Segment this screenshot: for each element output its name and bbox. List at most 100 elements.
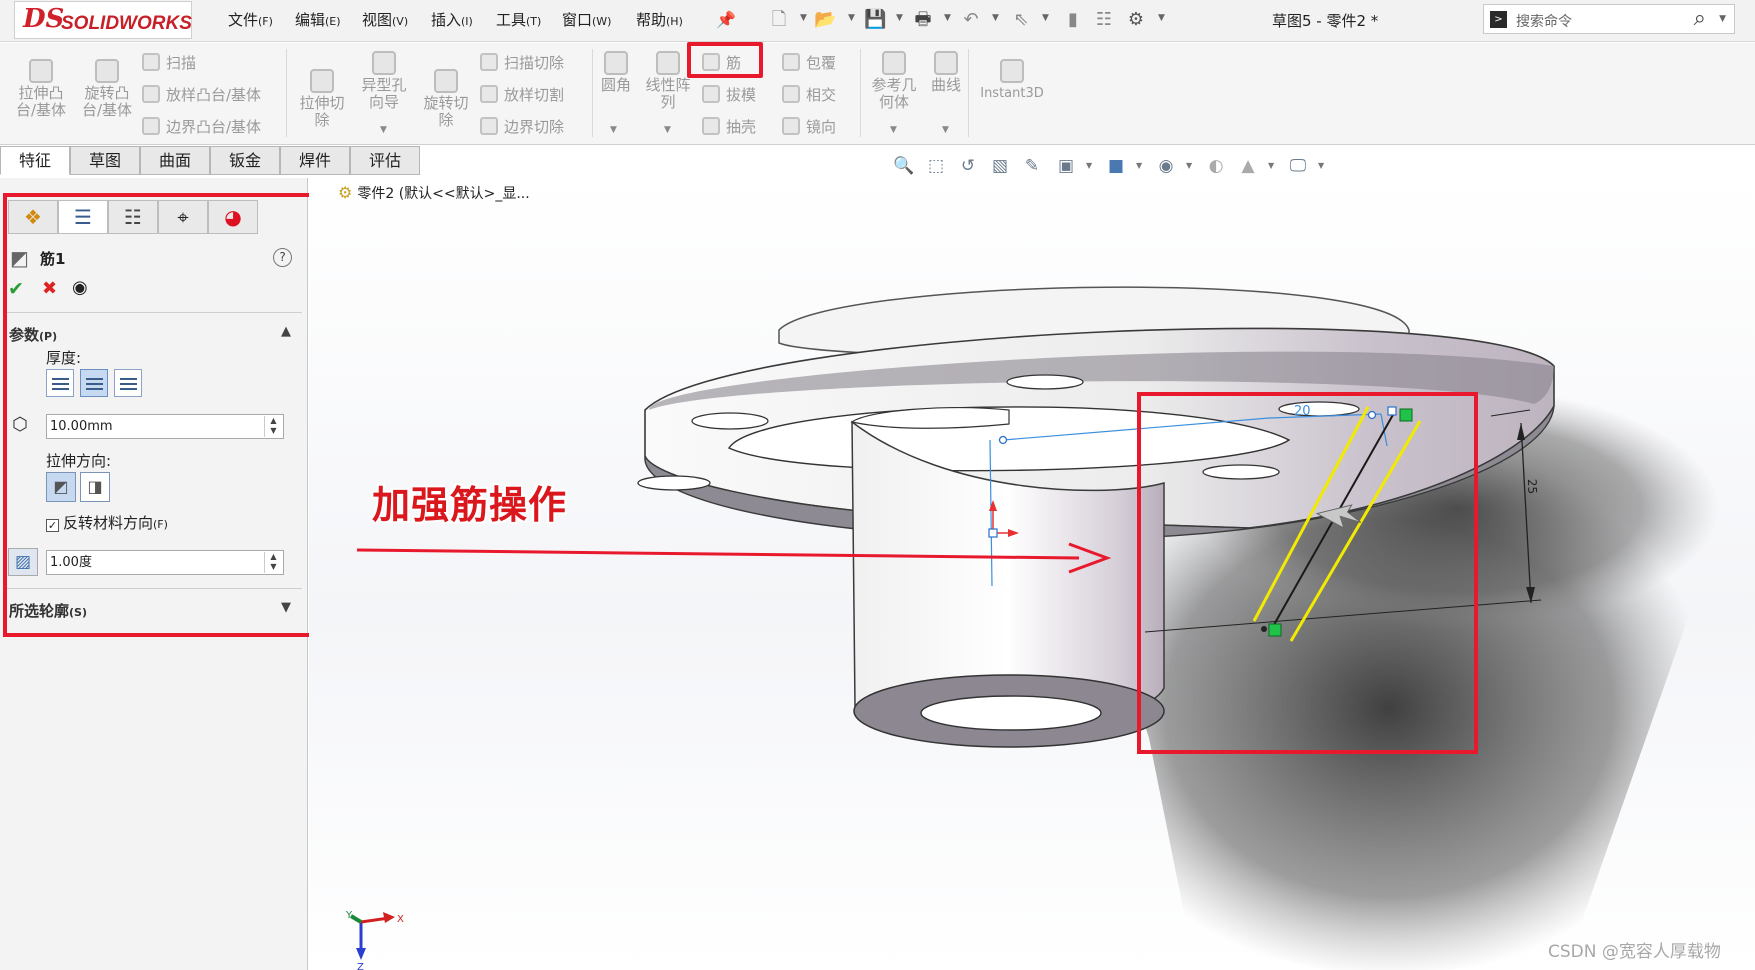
dimension-width-label[interactable]: 20 [1294,404,1311,419]
print-dropdown-icon[interactable]: ▼ [944,13,951,23]
menu-help[interactable]: 帮助(H) [636,9,683,30]
select-dropdown-icon[interactable]: ▼ [1042,13,1049,23]
print-icon[interactable]: 🖶 [912,9,934,31]
section-view-icon[interactable]: ▧ [988,155,1012,177]
display-style-icon[interactable]: ■ [1104,155,1128,177]
mirror-icon [782,117,800,135]
extrude-boss-button[interactable]: 拉伸凸 台/基体 [12,59,70,119]
intersect-button[interactable]: 相交 [782,84,836,105]
save-icon[interactable]: 💾 [864,9,886,31]
fillet-button[interactable]: 圆角 [598,51,634,94]
linear-pattern-dropdown-icon[interactable]: ▼ [664,125,671,135]
fillet-icon [604,51,628,75]
extrude-cut-button[interactable]: 拉伸切 除 [296,69,348,129]
revolve-boss-icon [95,59,119,83]
file-properties-icon[interactable]: ☷ [1093,9,1115,31]
hole-wizard-button[interactable]: 异型孔 向导 [356,51,412,111]
curves-dropdown-icon[interactable]: ▼ [942,125,949,135]
zoom-to-fit-icon[interactable]: 🔍 [892,155,916,177]
new-document-icon[interactable]: 🗋 [768,9,790,31]
shell-label: 抽壳 [726,118,757,136]
sketch-point[interactable] [1367,410,1377,420]
search-input[interactable]: 搜索命令 [1516,11,1572,31]
loft-cut-button[interactable]: 放样切割 [480,84,564,105]
reference-geometry-dropdown-icon[interactable]: ▼ [890,125,897,135]
menu-insert[interactable]: 插入(I) [431,9,473,30]
feature-tree-flyout[interactable]: ⚙ 零件2 (默认<<默认>_显... [338,183,530,203]
hide-show-items-icon[interactable]: ◉ [1154,155,1178,177]
solidworks-logo[interactable]: DS SOLIDWORKS [14,1,192,39]
command-manager-ribbon: 拉伸凸 台/基体 旋转凸 台/基体 扫描 放样凸台/基体 边界凸台/基体 拉伸切… [0,43,1755,145]
options-gear-icon[interactable]: ⚙ [1125,9,1147,31]
select-cursor-icon[interactable]: ⇖ [1010,9,1032,31]
graphics-area[interactable]: 20 25 Y X Z [309,178,1755,970]
undo-icon[interactable]: ↶ [960,9,982,31]
origin-point[interactable] [988,528,998,538]
tab-surfaces[interactable]: 曲面 [140,146,210,175]
triad-x-label: X [397,914,404,925]
tab-weldments[interactable]: 焊件 [280,146,350,175]
hide-show-dropdown-icon[interactable]: ▼ [1186,161,1192,170]
dimension-height-label[interactable]: 25 [1525,479,1540,495]
open-dropdown-icon[interactable]: ▼ [848,13,855,23]
hole-wizard-dropdown-icon[interactable]: ▼ [380,125,387,135]
sketch-point[interactable] [998,435,1008,445]
options-dropdown-icon[interactable]: ▼ [1158,13,1165,23]
apply-scene-icon[interactable]: ▲ [1236,155,1260,177]
sweep-cut-button[interactable]: 扫描切除 [480,52,564,73]
pin-icon[interactable]: 📌 [715,9,737,31]
curves-label: 曲线 [930,76,961,94]
search-command-box[interactable]: > 搜索命令 ⌕ ▼ [1483,4,1735,34]
menu-view[interactable]: 视图(V) [362,9,408,30]
revolve-boss-button[interactable]: 旋转凸 台/基体 [78,59,136,119]
loft-button[interactable]: 放样凸台/基体 [142,84,261,105]
boundary-cut-button[interactable]: 边界切除 [480,116,564,137]
view-orientation-icon[interactable]: ▣ [1054,155,1078,177]
view-settings-monitor-icon[interactable]: 🖵 [1286,155,1310,177]
dynamic-annotation-icon[interactable]: ✎ [1020,155,1044,177]
sketch-endpoint-handle[interactable] [1387,406,1397,416]
instant3d-icon [1000,59,1024,83]
save-dropdown-icon[interactable]: ▼ [896,13,903,23]
zoom-to-area-icon[interactable]: ⬚ [924,155,948,177]
boundary-boss-button[interactable]: 边界凸台/基体 [142,116,261,137]
reference-geometry-button[interactable]: 参考几 何体 [866,51,922,111]
tab-sketch[interactable]: 草图 [70,146,140,175]
fillet-dropdown-icon[interactable]: ▼ [610,125,617,135]
search-dropdown-icon[interactable]: ▼ [1719,14,1726,24]
sweep-button[interactable]: 扫描 [142,52,196,73]
apply-scene-dropdown-icon[interactable]: ▼ [1268,161,1274,170]
wrap-icon [782,53,800,71]
menu-file[interactable]: 文件(F) [228,9,273,30]
menu-edit[interactable]: 编辑(E) [295,9,341,30]
view-orientation-dropdown-icon[interactable]: ▼ [1086,161,1092,170]
open-folder-icon[interactable]: 📂 [814,9,836,31]
mirror-button[interactable]: 镜向 [782,116,836,137]
curves-button[interactable]: 曲线 [926,51,966,94]
new-dropdown-icon[interactable]: ▼ [800,13,807,23]
instant3d-button[interactable]: Instant3D [974,59,1050,102]
coincident-relation-icon[interactable] [1399,408,1413,422]
revolve-cut-button[interactable]: 旋转切 除 [418,69,474,129]
view-settings-dropdown-icon[interactable]: ▼ [1318,161,1324,170]
shell-button[interactable]: 抽壳 [702,116,756,137]
undo-dropdown-icon[interactable]: ▼ [992,13,999,23]
instant3d-label: Instant3D [980,86,1044,101]
tab-evaluate[interactable]: 评估 [350,146,420,175]
display-style-dropdown-icon[interactable]: ▼ [1136,161,1142,170]
sketch-endpoint[interactable] [1261,626,1267,632]
previous-view-icon[interactable]: ↺ [956,155,980,177]
boundary-cut-label: 边界切除 [504,118,565,136]
draft-button[interactable]: 拔模 [702,84,756,105]
menu-tools[interactable]: 工具(T) [496,9,541,30]
rebuild-traffic-light-icon[interactable]: ▮ [1062,9,1084,31]
coincident-relation-icon[interactable] [1268,623,1282,637]
edit-appearance-icon[interactable]: ◐ [1204,155,1228,177]
bolt-hole [1006,374,1084,390]
tab-sheet-metal[interactable]: 钣金 [210,146,280,175]
tab-features[interactable]: 特征 [0,146,70,175]
wrap-button[interactable]: 包覆 [782,52,836,73]
search-icon[interactable]: ⌕ [1694,6,1706,31]
menu-window[interactable]: 窗口(W) [562,9,611,30]
solidworks-window: DS SOLIDWORKS 文件(F) 编辑(E) 视图(V) 插入(I) 工具… [0,0,1755,970]
